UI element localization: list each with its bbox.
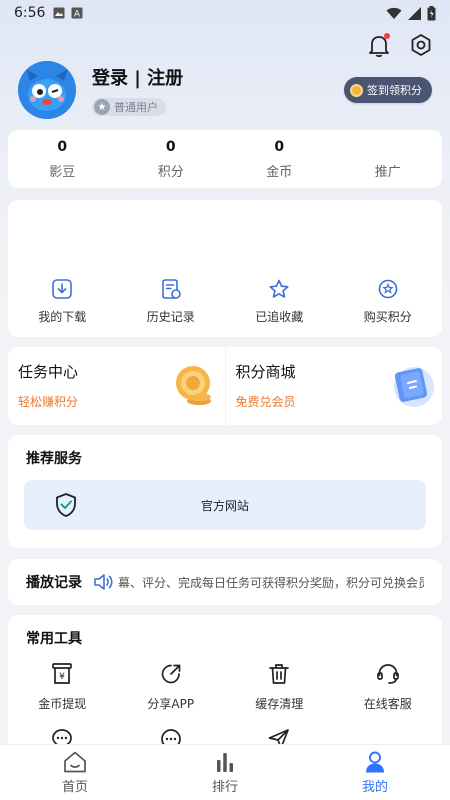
bottom-tab-bar: 首页 排行 我的 xyxy=(0,744,450,800)
cellular-icon xyxy=(408,6,421,20)
tool-online-support[interactable]: 在线客服 xyxy=(334,661,443,712)
points-mall-subtitle: 免费兑会员 xyxy=(235,395,296,409)
headset-icon xyxy=(376,664,399,684)
tool-coin-withdraw[interactable]: ¥ 金币提现 xyxy=(8,661,117,712)
quick-history[interactable]: 历史记录 xyxy=(117,278,226,325)
stat-points[interactable]: 0 积分 xyxy=(117,130,226,188)
tool-label: 缓存清理 xyxy=(255,697,304,711)
task-center-card[interactable]: 任务中心 轻松赚积分 xyxy=(8,347,226,425)
stat-value: 0 xyxy=(165,138,176,155)
svg-text:A: A xyxy=(74,10,81,20)
announcement-marquee: 幕、评分、完成每日任务可获得积分奖励，积分可兑换会员 xyxy=(118,575,424,590)
tool-label: 在线客服 xyxy=(363,697,412,711)
coin-icon xyxy=(350,83,363,97)
keyboard-notification-icon: A xyxy=(71,7,83,19)
stats-card: 0 影豆 0 积分 0 金币 推广 xyxy=(8,130,442,188)
stat-label: 积分 xyxy=(157,164,184,180)
speaker-icon xyxy=(94,574,113,590)
task-center-subtitle: 轻松赚积分 xyxy=(18,395,79,409)
top-actions xyxy=(366,32,434,58)
stat-label: 金币 xyxy=(266,164,293,180)
level-star-icon: ★ xyxy=(94,99,110,115)
withdraw-icon: ¥ xyxy=(52,663,73,684)
quick-label: 我的下载 xyxy=(38,310,87,324)
quick-label: 历史记录 xyxy=(146,310,195,324)
tools-title: 常用工具 xyxy=(26,631,82,647)
download-icon xyxy=(52,279,73,299)
points-mall-card[interactable]: 积分商城 免费兑会员 xyxy=(225,347,442,425)
stat-label: 影豆 xyxy=(49,164,76,180)
quick-label: 已追收藏 xyxy=(255,310,304,324)
tab-mine[interactable]: 我的 xyxy=(300,745,450,800)
stat-promotion[interactable]: 推广 xyxy=(334,130,443,188)
stat-value: 0 xyxy=(274,138,285,155)
image-notification-icon xyxy=(53,7,65,19)
coupon-icon xyxy=(394,367,434,407)
shield-check-icon xyxy=(56,493,76,517)
tab-home[interactable]: 首页 xyxy=(0,745,150,800)
coin-stack-icon xyxy=(175,366,211,405)
tool-share-app[interactable]: 分享APP xyxy=(117,661,226,712)
tab-ranking[interactable]: 排行 xyxy=(150,745,300,800)
promo-row: 任务中心 轻松赚积分 积分商城 免费兑会员 xyxy=(8,347,442,425)
official-website-label: 官方网站 xyxy=(200,498,249,513)
profile-icon xyxy=(366,751,384,773)
svg-text:¥: ¥ xyxy=(59,672,65,682)
quick-label: 购买积分 xyxy=(363,310,412,324)
tab-label: 首页 xyxy=(61,780,88,795)
checkin-label: 签到领积分 xyxy=(367,84,422,97)
stat-label: 推广 xyxy=(374,164,401,180)
tab-label: 排行 xyxy=(211,780,238,795)
play-history-card[interactable]: 播放记录 幕、评分、完成每日任务可获得积分奖励，积分可兑换会员 xyxy=(8,559,442,605)
avatar[interactable] xyxy=(18,61,76,119)
ranking-icon xyxy=(217,753,233,772)
star-icon xyxy=(269,279,289,298)
status-time: 6:56 xyxy=(14,5,46,21)
stat-yingdou[interactable]: 0 影豆 xyxy=(8,130,117,188)
tool-label: 金币提现 xyxy=(38,697,87,711)
trash-icon xyxy=(269,664,290,684)
stat-value: 0 xyxy=(57,138,68,155)
tool-clear-cache[interactable]: 缓存清理 xyxy=(225,661,334,712)
official-website-button[interactable]: 官方网站 xyxy=(24,480,426,530)
quick-favorites[interactable]: 已追收藏 xyxy=(225,278,334,325)
tool-label: 分享APP xyxy=(147,697,195,711)
user-level-badge: ★ 普通用户 xyxy=(92,98,166,116)
profile-header: 登录 | 注册 ★ 普通用户 签到领积分 xyxy=(18,60,432,120)
mascot-avatar-icon xyxy=(18,61,76,119)
home-icon xyxy=(64,751,86,773)
stat-coins[interactable]: 0 金币 xyxy=(225,130,334,188)
status-bar: 6:56 A xyxy=(0,0,450,26)
quick-my-downloads[interactable]: 我的下载 xyxy=(8,278,117,325)
history-icon xyxy=(161,279,181,299)
play-history-title: 播放记录 xyxy=(26,575,82,591)
notification-button[interactable] xyxy=(366,32,392,58)
profile-text: 登录 | 注册 ★ 普通用户 xyxy=(92,64,183,116)
quick-actions-card: 我的下载 历史记录 已追收藏 购买积分 xyxy=(8,200,442,337)
notification-dot xyxy=(384,33,390,39)
services-card: 推荐服务 官方网站 xyxy=(8,435,442,548)
quick-actions-row: 我的下载 历史记录 已追收藏 购买积分 xyxy=(8,278,442,325)
user-level-label: 普通用户 xyxy=(114,101,158,114)
wifi-icon xyxy=(386,7,402,19)
settings-button[interactable] xyxy=(408,32,434,58)
tab-label: 我的 xyxy=(361,780,388,795)
checkin-button[interactable]: 签到领积分 xyxy=(344,77,432,103)
quick-buy-points[interactable]: 购买积分 xyxy=(334,278,443,325)
points-icon xyxy=(378,279,398,299)
points-mall-title: 积分商城 xyxy=(235,363,296,381)
login-register-link[interactable]: 登录 | 注册 xyxy=(92,64,183,90)
services-title: 推荐服务 xyxy=(26,451,82,467)
task-center-title: 任务中心 xyxy=(18,363,79,381)
settings-icon xyxy=(411,34,431,56)
battery-icon xyxy=(427,5,436,20)
share-icon xyxy=(161,664,181,684)
